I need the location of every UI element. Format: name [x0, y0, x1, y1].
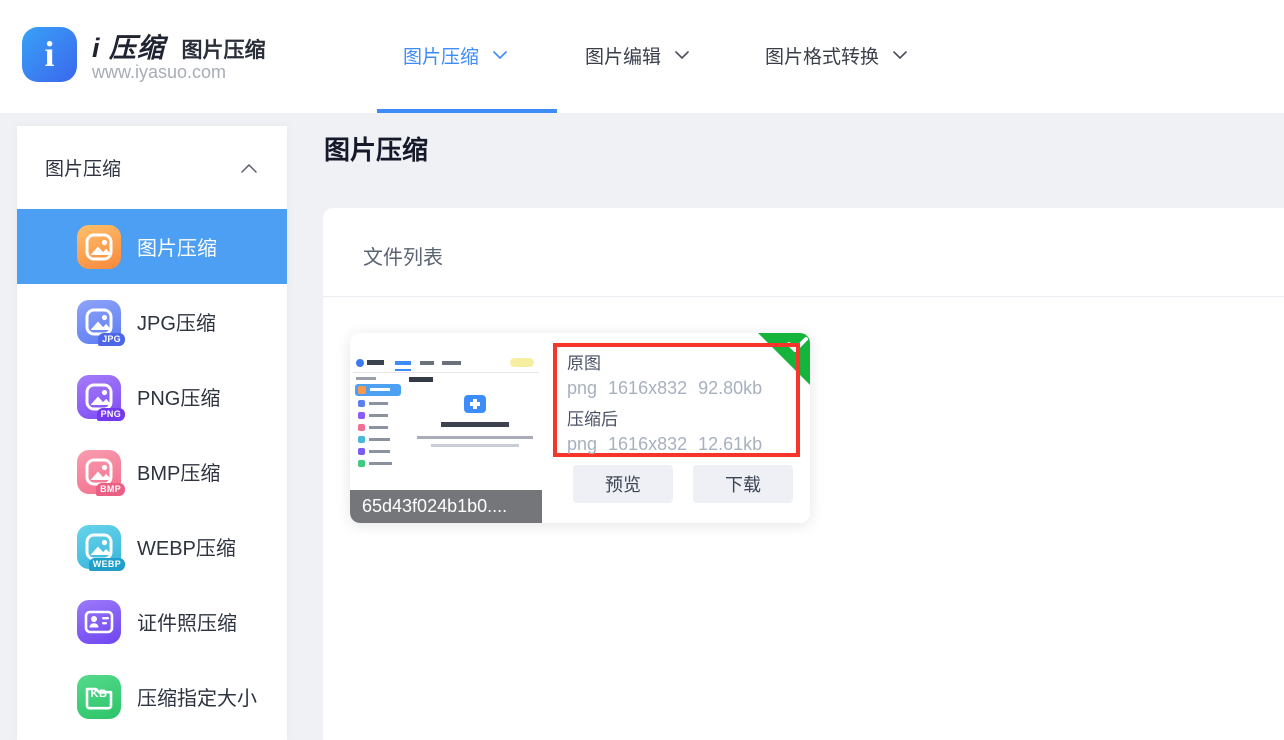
download-button[interactable]: 下载: [693, 465, 793, 503]
page-title: 图片压缩: [324, 130, 428, 167]
brand-url: www.iyasuo.com: [92, 62, 226, 83]
webp-compress-icon: WEBP: [77, 525, 121, 569]
nav-item-format-convert[interactable]: 图片格式转换: [765, 0, 907, 110]
file-thumbnail-preview: [353, 355, 539, 471]
file-card: 65d43f024b1b0.... 原图 png 1616x832 92.80k…: [350, 333, 810, 523]
chevron-down-icon: [493, 44, 507, 66]
filename-text: 65d43f024b1b0....: [362, 496, 507, 517]
sidebar-item-id-photo-compress[interactable]: 证件照压缩: [17, 584, 287, 659]
sidebar-item-bmp-compress[interactable]: BMP BMP压缩: [17, 434, 287, 509]
app-header: i i 压缩 图片压缩 www.iyasuo.com 图片压缩 图片编辑 图片格…: [0, 0, 1284, 113]
preview-button[interactable]: 预览: [573, 465, 673, 503]
compress-to-size-icon: KB: [77, 675, 121, 719]
bmp-compress-icon: BMP: [77, 450, 121, 494]
brand-product: 图片压缩: [181, 39, 265, 62]
brand-title: i 压缩 图片压缩: [92, 26, 265, 65]
original-label: 原图: [567, 352, 796, 376]
sidebar-item-image-compress[interactable]: 图片压缩: [17, 209, 287, 284]
sidebar-item-png-compress[interactable]: PNG PNG压缩: [17, 359, 287, 434]
file-thumbnail[interactable]: 65d43f024b1b0....: [350, 333, 542, 523]
chevron-down-icon: [675, 44, 689, 66]
sidebar-item-compress-to-size[interactable]: KB 压缩指定大小: [17, 659, 287, 734]
active-nav-underline: [377, 109, 557, 113]
brand-name: i 压缩: [92, 33, 165, 63]
brand-logo-icon[interactable]: i: [22, 27, 77, 82]
compressed-info: png 1616x832 12.61kb: [567, 432, 796, 456]
nav-item-image-compress[interactable]: 图片压缩: [403, 0, 507, 110]
compressed-label: 压缩后: [567, 408, 796, 432]
logo-letter: i: [44, 36, 54, 72]
filename-bar: 65d43f024b1b0....: [350, 490, 542, 523]
png-compress-icon: PNG: [77, 375, 121, 419]
chevron-down-icon: [893, 44, 907, 66]
id-photo-compress-icon: [77, 600, 121, 644]
sidebar-item-jpg-compress[interactable]: JPG JPG压缩: [17, 284, 287, 359]
jpg-compress-icon: JPG: [77, 300, 121, 344]
file-list-title: 文件列表: [363, 241, 443, 270]
file-list-panel: 文件列表: [323, 208, 1284, 740]
sidebar: 图片压缩 图片压缩 JPG JPG压缩 PNG PNG压缩 BMP BMP压缩: [17, 126, 287, 740]
divider: [323, 296, 1284, 297]
nav-item-image-edit[interactable]: 图片编辑: [585, 0, 689, 110]
chevron-up-icon: [241, 157, 257, 179]
file-info-annotation-box: 原图 png 1616x832 92.80kb 压缩后 png 1616x832…: [553, 343, 800, 457]
image-compress-icon: [77, 225, 121, 269]
sidebar-item-webp-compress[interactable]: WEBP WEBP压缩: [17, 509, 287, 584]
original-info: png 1616x832 92.80kb: [567, 376, 796, 400]
sidebar-group-image-compress[interactable]: 图片压缩: [17, 126, 287, 209]
